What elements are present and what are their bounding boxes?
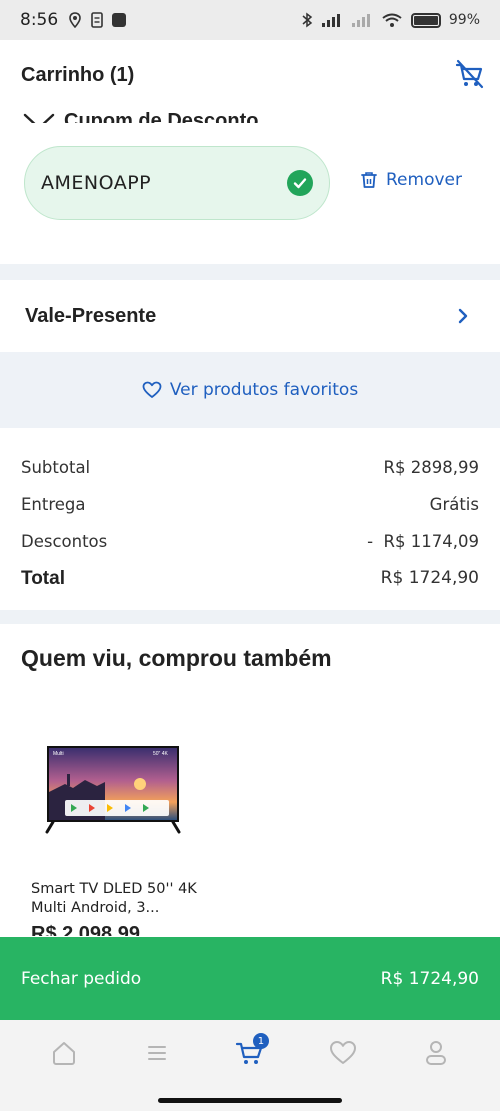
home-icon <box>53 1042 76 1065</box>
cart-count-badge: 1 <box>252 1033 269 1049</box>
summary-value: - R$ 1174,09 <box>367 532 479 551</box>
cart-remove-icon <box>455 59 484 89</box>
checkout-label: Fechar pedido <box>21 968 142 989</box>
gesture-area <box>0 1086 500 1111</box>
signal-secondary-icon <box>351 14 370 27</box>
gift-card-row[interactable]: Vale-Presente <box>0 280 500 352</box>
menu-icon <box>148 1046 167 1060</box>
app-header: Carrinho (1) <box>0 40 500 110</box>
favorites-link[interactable]: Ver produtos favoritos <box>0 352 500 428</box>
chevron-down-icon <box>23 113 55 123</box>
signal-icon <box>321 14 340 27</box>
summary-row-delivery: Entrega Grátis <box>21 495 479 514</box>
home-indicator[interactable] <box>158 1098 342 1103</box>
nav-cart[interactable]: 1 <box>230 1033 270 1073</box>
product-image: Multi 50" 4K <box>45 746 181 834</box>
bluetooth-icon <box>302 12 313 28</box>
clear-cart-button[interactable] <box>452 57 486 91</box>
total-value: R$ 1724,90 <box>380 568 479 588</box>
nav-favorites[interactable] <box>323 1033 363 1073</box>
section-divider <box>0 264 500 280</box>
nav-account[interactable] <box>416 1033 456 1073</box>
order-summary: Subtotal R$ 2898,99 Entrega Grátis Desco… <box>0 428 500 610</box>
total-label: Total <box>21 568 65 589</box>
user-icon <box>425 1041 446 1065</box>
product-name: Smart TV DLED 50'' 4K Multi Android, 3..… <box>31 881 197 916</box>
page-title: Carrinho (1) <box>21 63 135 86</box>
trash-icon <box>361 172 377 188</box>
remove-coupon-label: Remover <box>386 170 462 190</box>
summary-value: Grátis <box>429 495 479 514</box>
summary-label: Subtotal <box>21 458 91 477</box>
coupon-section-header[interactable]: Cupom de Desconto <box>22 103 322 123</box>
checkout-button[interactable]: Fechar pedido R$ 1724,90 <box>0 937 500 1020</box>
product-card[interactable]: Multi 50" 4K Smart TV DLED 50'' 4K Multi… <box>21 720 201 936</box>
wifi-icon <box>382 13 402 27</box>
svg-text:Multi: Multi <box>53 751 64 757</box>
nav-home[interactable] <box>44 1033 84 1073</box>
section-divider <box>0 610 500 624</box>
coupon-code: AMENOAPP <box>41 172 152 194</box>
gift-card-label: Vale-Presente <box>25 304 157 327</box>
remove-coupon-button[interactable]: Remover <box>360 170 462 190</box>
svg-text:50" 4K: 50" 4K <box>153 751 169 757</box>
recommendations-title: Quem viu, comprou também <box>21 645 332 671</box>
app-notification-icon <box>91 12 103 28</box>
heart-icon <box>142 381 162 398</box>
summary-row-total: Total R$ 1724,90 <box>21 568 479 590</box>
nav-menu[interactable] <box>137 1033 177 1073</box>
summary-row-subtotal: Subtotal R$ 2898,99 <box>21 458 479 477</box>
product-price: R$ 2.098,99 <box>31 923 140 936</box>
status-time: 8:56 <box>20 10 59 30</box>
coupon-section-title: Cupom de Desconto <box>64 110 259 123</box>
battery-icon <box>410 12 441 28</box>
chevron-right-icon <box>458 308 468 324</box>
check-circle-icon <box>287 170 313 196</box>
summary-row-discounts: Descontos - R$ 1174,09 <box>21 532 479 551</box>
app-notification-square-icon <box>112 13 127 27</box>
summary-label: Descontos <box>21 532 108 551</box>
checkout-amount: R$ 1724,90 <box>380 968 479 989</box>
bottom-navigation: 1 <box>0 1020 500 1086</box>
heart-icon <box>329 1041 356 1064</box>
battery-percent: 99% <box>448 12 480 28</box>
location-notification-icon <box>69 12 81 28</box>
applied-coupon: AMENOAPP <box>24 146 330 220</box>
status-bar: 8:56 99% <box>0 0 500 40</box>
favorites-label: Ver produtos favoritos <box>169 380 359 400</box>
summary-label: Entrega <box>21 495 86 514</box>
summary-value: R$ 2898,99 <box>383 458 479 477</box>
